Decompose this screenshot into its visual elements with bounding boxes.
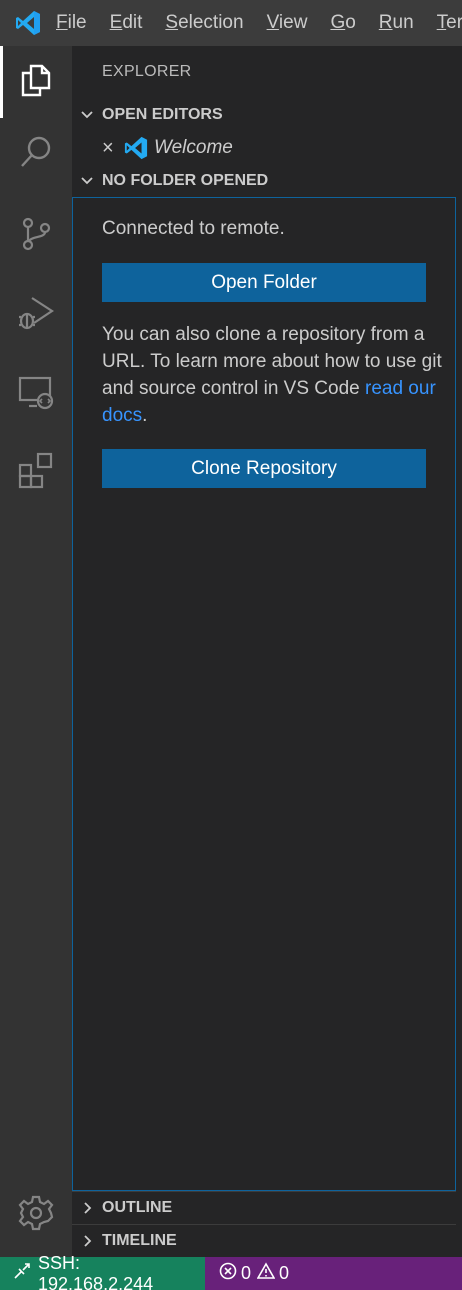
chevron-right-icon	[72, 1234, 102, 1248]
title-bar: File Edit Selection View Go Run Terminal	[0, 0, 462, 46]
manage-gear-icon	[17, 1194, 55, 1237]
warning-icon	[256, 1262, 276, 1285]
menu-go[interactable]: Go	[330, 0, 355, 46]
remote-label: SSH: 192.168.2.244	[38, 1252, 154, 1290]
manage-activity[interactable]	[0, 1179, 72, 1251]
source-control-icon	[18, 216, 54, 257]
open-folder-button[interactable]: Open Folder	[102, 263, 426, 302]
menu-edit[interactable]: Edit	[110, 0, 143, 46]
open-editors-label: OPEN EDITORS	[102, 105, 223, 123]
clone-description: You can also clone a repository from a U…	[102, 321, 442, 429]
extensions-icon	[17, 451, 55, 494]
vscode-file-icon	[124, 136, 148, 160]
outline-header[interactable]: OUTLINE	[72, 1191, 456, 1224]
clone-repository-button[interactable]: Clone Repository	[102, 449, 426, 488]
no-folder-header[interactable]: NO FOLDER OPENED	[72, 164, 462, 197]
menu-view[interactable]: View	[267, 0, 308, 46]
files-icon	[18, 62, 54, 103]
timeline-label: TIMELINE	[102, 1232, 177, 1249]
remote-indicator[interactable]: SSH: 192.168.2.244	[0, 1253, 205, 1290]
source-control-activity[interactable]	[0, 200, 72, 272]
chevron-down-icon	[72, 108, 102, 122]
open-editor-item[interactable]: × Welcome	[72, 131, 462, 164]
vscode-logo-icon	[0, 0, 56, 46]
outline-label: OUTLINE	[102, 1199, 173, 1216]
docs-suffix: .	[142, 405, 148, 426]
remote-icon	[14, 1263, 30, 1284]
close-icon[interactable]: ×	[102, 138, 122, 158]
error-count: 0	[241, 1263, 252, 1283]
menu-selection[interactable]: Selection	[165, 0, 243, 46]
menu-file[interactable]: File	[56, 0, 87, 46]
no-folder-panel: Connected to remote. Open Folder You can…	[72, 197, 456, 1191]
open-editors-header[interactable]: OPEN EDITORS	[72, 98, 462, 131]
extensions-activity[interactable]	[0, 436, 72, 508]
no-folder-label: NO FOLDER OPENED	[102, 171, 269, 189]
remote-explorer-activity[interactable]	[0, 358, 72, 430]
run-debug-activity[interactable]	[0, 279, 72, 351]
run-debug-icon	[16, 295, 56, 336]
search-icon	[18, 134, 54, 175]
connected-message: Connected to remote.	[102, 218, 285, 239]
menu-terminal[interactable]: Terminal	[437, 0, 462, 46]
problems-indicator[interactable]: 0 0	[205, 1262, 295, 1285]
activity-bar	[0, 46, 72, 1257]
search-activity[interactable]	[0, 118, 72, 190]
status-bar: SSH: 192.168.2.244 0 0	[0, 1253, 462, 1290]
explorer-activity[interactable]	[0, 46, 72, 118]
editor-tab-label: Welcome	[154, 136, 233, 158]
menu-run[interactable]: Run	[379, 0, 414, 46]
warning-count: 0	[279, 1263, 290, 1283]
explorer-sidebar: EXPLORER OPEN EDITORS × Welcome NO FOLDE…	[72, 46, 462, 1257]
chevron-right-icon	[72, 1201, 102, 1215]
chevron-down-icon	[72, 174, 102, 188]
error-icon	[219, 1262, 237, 1285]
sidebar-title: EXPLORER	[102, 63, 192, 80]
remote-explorer-icon	[17, 374, 55, 415]
